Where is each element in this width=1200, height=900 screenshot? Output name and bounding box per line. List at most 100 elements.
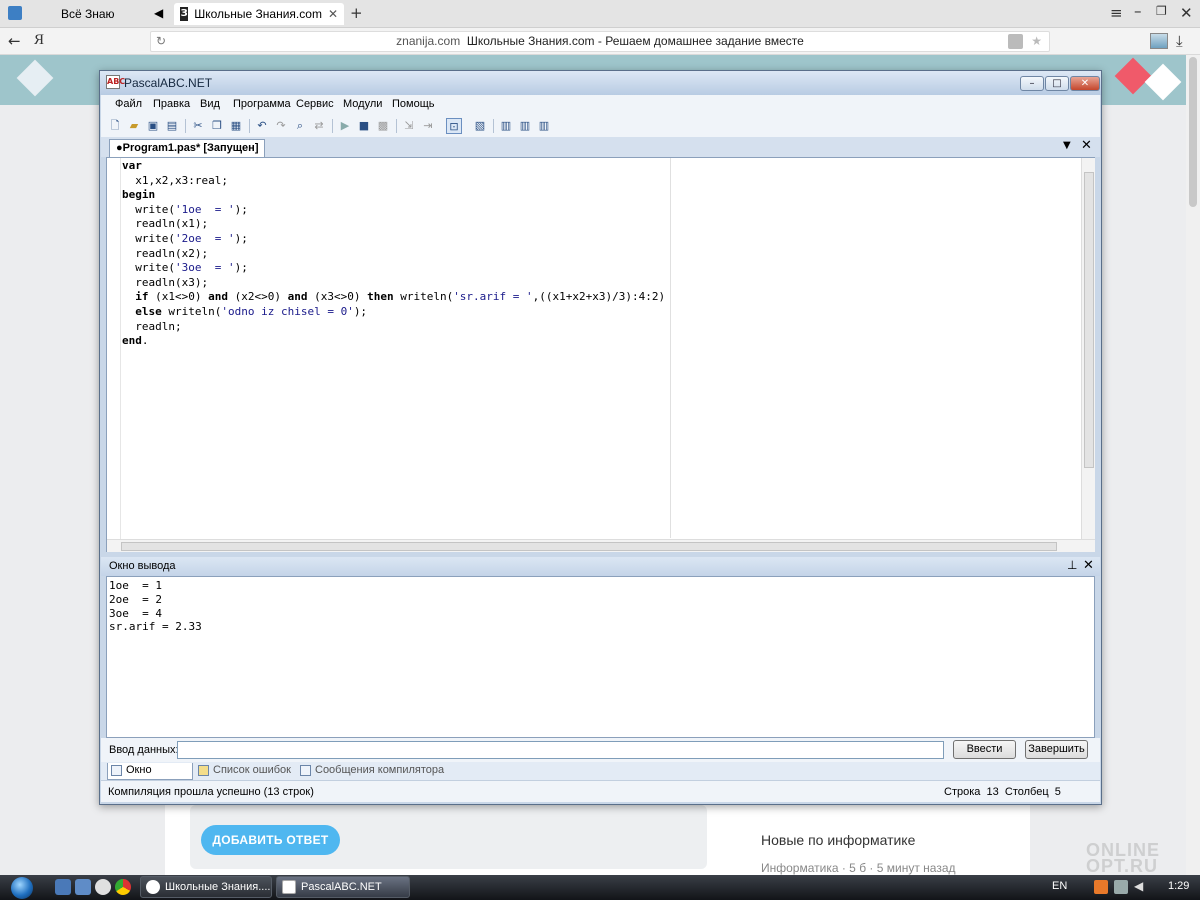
code-line[interactable]: if (x1<>0) and (x2<>0) and (x3<>0) then … xyxy=(122,290,665,305)
code-line[interactable]: var xyxy=(122,159,665,174)
form-designer-2-icon[interactable]: ▥ xyxy=(517,118,533,134)
code-editor[interactable]: var x1,x2,x3:real; begin write('1oe = ');… xyxy=(106,157,1095,552)
compile-icon[interactable]: ▩ xyxy=(375,118,391,134)
start-button[interactable] xyxy=(4,876,44,900)
tab-error-list[interactable]: Список ошибок xyxy=(195,763,295,780)
tab-compiler-messages[interactable]: Сообщения компилятора xyxy=(297,763,449,780)
form-designer-3-icon[interactable]: ▥ xyxy=(536,118,552,134)
open-folder-icon[interactable]: ▰ xyxy=(126,118,142,134)
code-line[interactable]: write('1oe = '); xyxy=(122,203,665,218)
chrome-icon[interactable] xyxy=(115,879,131,895)
task-znanija[interactable]: Школьные Знания.... xyxy=(140,876,272,898)
document-tab[interactable]: ●Program1.pas* [Запущен] xyxy=(109,139,266,157)
new-file-icon[interactable]: 🗋 xyxy=(107,118,123,134)
output-close-icon[interactable]: ✕ xyxy=(1083,558,1094,573)
menu-file[interactable]: Файл xyxy=(115,98,142,110)
tab-label: Всё Знаю xyxy=(61,7,115,21)
save-all-icon[interactable]: ▤ xyxy=(164,118,180,134)
pin-icon[interactable]: ⊥ xyxy=(1067,558,1077,572)
tray-icon[interactable] xyxy=(1094,880,1108,894)
copy-icon[interactable]: ❐ xyxy=(209,118,225,134)
form-designer-icon[interactable]: ▥ xyxy=(498,118,514,134)
menu-view[interactable]: Вид xyxy=(200,98,220,110)
run-icon[interactable]: ▶ xyxy=(337,118,353,134)
menu-edit[interactable]: Правка xyxy=(153,98,190,110)
status-text: Компиляция прошла успешно (13 строк) xyxy=(108,786,314,798)
language-indicator[interactable]: EN xyxy=(1052,880,1067,892)
menu-help[interactable]: Помощь xyxy=(392,98,435,110)
add-answer-button[interactable]: ДОБАВИТЬ ОТВЕТ xyxy=(201,825,340,855)
speaker-icon[interactable]: ◀ xyxy=(154,6,163,20)
window-titlebar[interactable]: ABC PascalABC.NET – □ ✕ xyxy=(100,71,1101,95)
restore-icon[interactable]: ❐ xyxy=(1156,4,1167,18)
yandex-icon[interactable]: Я xyxy=(34,32,44,49)
window-minimize-button[interactable]: – xyxy=(1020,76,1044,91)
redo-icon[interactable]: ↷ xyxy=(273,118,289,134)
browser-logo-icon[interactable] xyxy=(8,6,22,20)
save-icon[interactable]: ▣ xyxy=(145,118,161,134)
code-line[interactable]: readln; xyxy=(122,320,665,335)
stop-icon[interactable]: ■ xyxy=(356,118,372,134)
window-close-button[interactable]: ✕ xyxy=(1070,76,1100,91)
menu-service[interactable]: Сервис xyxy=(296,98,334,110)
stop-button[interactable]: Завершить xyxy=(1025,740,1088,759)
page-scroll-thumb[interactable] xyxy=(1189,57,1197,207)
download-icon[interactable] xyxy=(1150,33,1168,49)
step-into-icon[interactable]: ⇲ xyxy=(401,118,417,134)
tab-vse-znayu[interactable]: Всё Знаю xyxy=(55,3,165,25)
document-close-icon[interactable]: ✕ xyxy=(1081,138,1092,153)
new-tab-icon[interactable]: + xyxy=(350,4,363,22)
step-over-icon[interactable]: ⇥ xyxy=(420,118,436,134)
close-icon[interactable]: ✕ xyxy=(1180,4,1193,22)
tab-list-chevron-down-icon[interactable]: ▼ xyxy=(1063,140,1071,151)
minimize-icon[interactable]: – xyxy=(1134,2,1142,20)
code-line[interactable]: x1,x2,x3:real; xyxy=(122,174,665,189)
menu-icon[interactable]: ≡ xyxy=(1110,4,1123,22)
network-icon[interactable] xyxy=(1114,880,1128,894)
code-line[interactable]: begin xyxy=(122,188,665,203)
code-line[interactable]: end. xyxy=(122,334,665,349)
output-line: 1oe = 1 xyxy=(109,579,162,592)
input-data-field[interactable] xyxy=(177,741,944,759)
editor-vertical-scrollbar[interactable] xyxy=(1081,158,1095,540)
code-line[interactable]: write('2oe = '); xyxy=(122,232,665,247)
editor-vscroll-thumb[interactable] xyxy=(1084,172,1094,468)
tab-output-window[interactable]: Окно вывода xyxy=(107,763,193,791)
address-bar[interactable]: ↻ znanija.com Школьные Знания.com - Реша… xyxy=(150,31,1050,52)
protect-icon[interactable] xyxy=(1008,34,1023,49)
tab-close-icon[interactable]: ✕ xyxy=(328,7,338,21)
reload-icon[interactable]: ↻ xyxy=(156,32,166,51)
code-line[interactable]: readln(x1); xyxy=(122,217,665,232)
clock[interactable]: 1:29 xyxy=(1168,880,1189,892)
page-scrollbar[interactable] xyxy=(1186,55,1200,875)
menu-modules[interactable]: Модули xyxy=(343,98,382,110)
code-line[interactable]: readln(x3); xyxy=(122,276,665,291)
downloads-arrow-icon[interactable]: ⤓ xyxy=(1176,32,1183,50)
tab-znanija[interactable]: З Школьные Знания.com ✕ xyxy=(174,3,344,25)
code-text[interactable]: var x1,x2,x3:real; begin write('1oe = ');… xyxy=(122,159,665,349)
switch-windows-icon[interactable] xyxy=(75,879,91,895)
code-line[interactable]: else writeln('odno iz chisel = 0'); xyxy=(122,305,665,320)
task-pascal[interactable]: PascalABC.NET xyxy=(276,876,410,898)
code-line[interactable]: write('3oe = '); xyxy=(122,261,665,276)
window-maximize-button[interactable]: □ xyxy=(1045,76,1069,91)
show-desktop-icon[interactable] xyxy=(55,879,71,895)
volume-icon[interactable]: ◀ xyxy=(1134,879,1143,893)
bookmark-star-icon[interactable]: ★ xyxy=(1031,32,1042,51)
toolbar-separator xyxy=(185,119,186,133)
output-window-icon[interactable]: ⊡ xyxy=(446,118,462,134)
windows-logo-icon xyxy=(11,877,33,899)
enter-button[interactable]: Ввести xyxy=(953,740,1016,759)
menu-program[interactable]: Программа xyxy=(233,98,291,110)
debug-icon[interactable]: ▧ xyxy=(472,118,488,134)
undo-icon[interactable]: ↶ xyxy=(254,118,270,134)
editor-horizontal-scrollbar[interactable] xyxy=(107,539,1095,552)
code-line[interactable]: readln(x2); xyxy=(122,247,665,262)
back-arrow-icon[interactable]: ← xyxy=(8,32,21,50)
yandex-browser-icon[interactable] xyxy=(95,879,111,895)
cut-icon[interactable]: ✂ xyxy=(190,118,206,134)
replace-icon[interactable]: ⇄ xyxy=(311,118,327,134)
find-icon[interactable]: ⌕ xyxy=(292,118,308,134)
editor-hscroll-thumb[interactable] xyxy=(121,542,1057,551)
paste-icon[interactable]: ▦ xyxy=(228,118,244,134)
